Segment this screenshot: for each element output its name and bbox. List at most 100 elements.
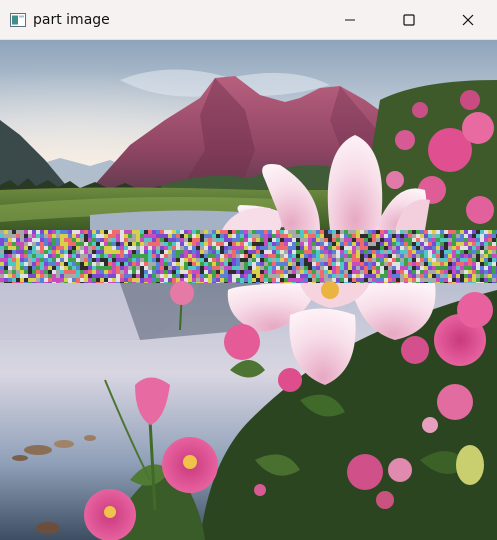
noise-pixel bbox=[408, 234, 412, 238]
noise-pixel bbox=[368, 234, 372, 238]
noise-pixel bbox=[452, 266, 456, 270]
noise-pixel bbox=[456, 238, 460, 242]
noise-pixel bbox=[352, 270, 356, 274]
noise-pixel bbox=[388, 266, 392, 270]
noise-pixel bbox=[312, 234, 316, 238]
noise-pixel bbox=[188, 258, 192, 262]
noise-pixel bbox=[320, 246, 324, 250]
noise-pixel bbox=[80, 254, 84, 258]
noise-pixel bbox=[216, 278, 220, 282]
noise-pixel bbox=[88, 274, 92, 278]
noise-pixel bbox=[404, 254, 408, 258]
noise-pixel bbox=[72, 282, 76, 283]
noise-pixel bbox=[476, 274, 480, 278]
noise-pixel bbox=[256, 234, 260, 238]
noise-pixel bbox=[120, 238, 124, 242]
noise-pixel bbox=[424, 246, 428, 250]
noise-pixel bbox=[208, 250, 212, 254]
noise-pixel bbox=[228, 258, 232, 262]
noise-pixel bbox=[84, 238, 88, 242]
noise-pixel bbox=[388, 282, 392, 283]
noise-pixel bbox=[272, 266, 276, 270]
noise-pixel bbox=[264, 282, 268, 283]
noise-pixel bbox=[432, 254, 436, 258]
noise-pixel bbox=[92, 246, 96, 250]
noise-pixel bbox=[396, 254, 400, 258]
noise-pixel bbox=[84, 230, 88, 234]
noise-pixel bbox=[252, 246, 256, 250]
noise-pixel bbox=[264, 278, 268, 282]
noise-pixel bbox=[320, 278, 324, 282]
noise-pixel bbox=[12, 250, 16, 254]
noise-pixel bbox=[160, 274, 164, 278]
noise-pixel bbox=[284, 254, 288, 258]
maximize-button[interactable] bbox=[379, 0, 438, 40]
noise-pixel bbox=[284, 274, 288, 278]
noise-pixel bbox=[476, 258, 480, 262]
noise-pixel bbox=[452, 238, 456, 242]
noise-pixel bbox=[204, 238, 208, 242]
noise-pixel bbox=[284, 270, 288, 274]
noise-pixel bbox=[132, 238, 136, 242]
noise-pixel bbox=[424, 270, 428, 274]
noise-pixel bbox=[168, 242, 172, 246]
noise-pixel bbox=[148, 250, 152, 254]
noise-pixel bbox=[488, 270, 492, 274]
noise-pixel bbox=[176, 274, 180, 278]
title-bar[interactable]: part image bbox=[0, 0, 497, 40]
close-button[interactable] bbox=[438, 0, 497, 40]
noise-pixel bbox=[108, 266, 112, 270]
noise-pixel bbox=[432, 242, 436, 246]
minimize-button[interactable] bbox=[320, 0, 379, 40]
noise-pixel bbox=[464, 250, 468, 254]
noise-pixel bbox=[396, 270, 400, 274]
noise-pixel bbox=[100, 230, 104, 234]
noise-pixel bbox=[236, 246, 240, 250]
noise-pixel bbox=[192, 250, 196, 254]
noise-pixel bbox=[24, 278, 28, 282]
noise-pixel bbox=[388, 274, 392, 278]
noise-pixel bbox=[220, 238, 224, 242]
noise-pixel bbox=[128, 266, 132, 270]
noise-pixel bbox=[180, 274, 184, 278]
noise-pixel bbox=[248, 266, 252, 270]
noise-pixel bbox=[216, 266, 220, 270]
noise-pixel bbox=[304, 258, 308, 262]
noise-pixel bbox=[180, 258, 184, 262]
noise-pixel bbox=[316, 270, 320, 274]
noise-pixel bbox=[212, 282, 216, 283]
noise-pixel bbox=[464, 246, 468, 250]
noise-pixel bbox=[428, 254, 432, 258]
noise-pixel bbox=[100, 246, 104, 250]
noise-pixel bbox=[456, 242, 460, 246]
noise-pixel bbox=[272, 278, 276, 282]
noise-pixel bbox=[40, 258, 44, 262]
noise-pixel bbox=[356, 230, 360, 234]
image-window: part image bbox=[0, 0, 497, 540]
noise-pixel bbox=[356, 278, 360, 282]
noise-pixel bbox=[404, 234, 408, 238]
noise-pixel bbox=[176, 246, 180, 250]
noise-pixel bbox=[284, 282, 288, 283]
noise-pixel bbox=[256, 254, 260, 258]
noise-pixel bbox=[132, 242, 136, 246]
noise-pixel bbox=[328, 270, 332, 274]
noise-pixel bbox=[36, 278, 40, 282]
noise-pixel bbox=[336, 238, 340, 242]
noise-pixel bbox=[368, 242, 372, 246]
noise-pixel bbox=[128, 278, 132, 282]
noise-pixel bbox=[28, 258, 32, 262]
noise-pixel bbox=[316, 274, 320, 278]
noise-pixel bbox=[228, 246, 232, 250]
noise-pixel bbox=[24, 266, 28, 270]
noise-pixel bbox=[296, 246, 300, 250]
noise-pixel bbox=[224, 266, 228, 270]
noise-pixel bbox=[360, 250, 364, 254]
noise-pixel bbox=[288, 238, 292, 242]
noise-pixel bbox=[464, 234, 468, 238]
noise-pixel bbox=[452, 254, 456, 258]
noise-pixel bbox=[240, 274, 244, 278]
noise-pixel bbox=[20, 230, 24, 234]
noise-pixel bbox=[80, 246, 84, 250]
noise-pixel bbox=[284, 242, 288, 246]
